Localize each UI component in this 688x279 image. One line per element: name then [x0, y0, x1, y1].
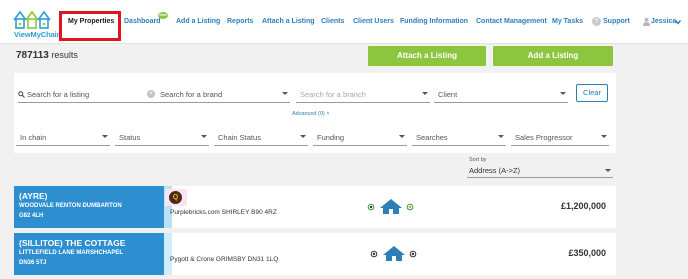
nav-dashboard[interactable]: Dashboard: [124, 18, 161, 25]
search-icon: [18, 91, 25, 98]
caret-down-icon: [605, 169, 611, 172]
clear-search-icon[interactable]: ×: [147, 90, 155, 98]
add-listing-button[interactable]: Add a Listing: [493, 46, 613, 66]
filter-sales-progressor[interactable]: Sales Progressor: [511, 128, 609, 146]
listing-card[interactable]: (AYRE) WOODVALE RENTON DUMBARTON G82 4LH…: [14, 186, 616, 228]
listing-postcode: DN36 5TJ: [19, 260, 47, 266]
nav-add-listing[interactable]: Add a Listing: [176, 18, 220, 25]
filter-chain-status[interactable]: Chain Status: [214, 128, 308, 146]
chain-house-icon[interactable]: [366, 197, 416, 215]
help-icon: ?: [592, 17, 601, 26]
listing-name: (AYRE): [19, 191, 48, 201]
user-menu[interactable]: Jessica: [651, 18, 676, 25]
caret-down-icon: [399, 135, 405, 138]
listing-price: £350,000: [568, 248, 606, 258]
listing-address-block[interactable]: (AYRE) WOODVALE RENTON DUMBARTON G82 4LH: [14, 186, 164, 228]
chain-house-icon[interactable]: [369, 244, 419, 262]
agent-branch: Pygott & Crone GRIMSBY DN31 1LQ: [170, 256, 279, 263]
top-nav: ViewMyChain My Properties Dashboard New …: [0, 0, 688, 44]
caret-down-icon: [601, 135, 607, 138]
chevron-down-icon[interactable]: [674, 18, 682, 26]
caret-down-icon: [102, 135, 108, 138]
filter-label: Sales Progressor: [515, 133, 573, 142]
client-select[interactable]: Client: [434, 85, 568, 103]
purplebricks-logo-icon: Q: [169, 191, 182, 204]
status-stripe: [164, 233, 172, 275]
caret-down-icon: [422, 92, 428, 95]
nav-reports[interactable]: Reports: [227, 18, 253, 25]
caret-down-icon: [201, 135, 207, 138]
caret-down-icon: [282, 92, 288, 95]
listing-address: LITTLEFIELD LANE MARSHCHAPEL: [19, 250, 123, 256]
highlight-annotation-box: [59, 11, 121, 41]
attach-listing-button[interactable]: Attach a Listing: [368, 46, 486, 66]
results-suffix: results: [51, 50, 78, 60]
search-brand-placeholder: Search for a brand: [160, 90, 223, 99]
nav-contact-management[interactable]: Contact Management: [476, 18, 547, 25]
caret-down-icon: [560, 92, 566, 95]
filter-panel: Search for a listing × Search for a bran…: [14, 73, 616, 153]
agent-branch: Purplebricks.com SHIRLEY B90 4RZ: [170, 209, 277, 216]
houses-logo-icon: [13, 10, 51, 29]
filter-label: Status: [119, 133, 141, 142]
filter-label: Searches: [416, 133, 448, 142]
listing-address-block[interactable]: (SILLITOE) THE COTTAGE LITTLEFIELD LANE …: [14, 233, 164, 275]
sort-value: Address (A->Z): [469, 166, 521, 175]
listing-price: £1,200,000: [560, 201, 606, 211]
new-badge: New: [158, 12, 168, 19]
listing-card[interactable]: (SILLITOE) THE COTTAGE LITTLEFIELD LANE …: [14, 233, 616, 275]
filter-status[interactable]: Status: [115, 128, 209, 146]
search-brand-select[interactable]: Search for a brand: [156, 85, 290, 103]
clear-button[interactable]: Clear: [576, 84, 608, 102]
caret-down-icon: [300, 135, 306, 138]
results-number: 787113: [16, 50, 49, 61]
filter-searches[interactable]: Searches: [412, 128, 506, 146]
nav-my-tasks[interactable]: My Tasks: [552, 18, 583, 25]
nav-funding-information[interactable]: Funding Information: [400, 18, 468, 25]
filter-funding[interactable]: Funding: [313, 128, 407, 146]
user-icon: [642, 17, 651, 26]
nav-support[interactable]: Support: [603, 18, 630, 25]
sort-select[interactable]: Address (A->Z): [467, 163, 613, 178]
filter-label: In chain: [20, 133, 47, 142]
nav-client-users[interactable]: Client Users: [353, 18, 394, 25]
logo-text: ViewMyChain: [14, 30, 62, 39]
nav-attach-listing[interactable]: Attach a Listing: [262, 18, 315, 25]
search-branch-select[interactable]: Search for a branch: [296, 85, 430, 103]
listing-postcode: G82 4LH: [19, 213, 44, 219]
search-listing-placeholder: Search for a listing: [27, 90, 90, 99]
filter-label: Chain Status: [218, 133, 261, 142]
advanced-toggle[interactable]: Advanced (0) ˄: [292, 111, 329, 117]
caret-down-icon: [498, 135, 504, 138]
viewmychain-logo[interactable]: ViewMyChain: [12, 6, 61, 40]
nav-clients[interactable]: Clients: [321, 18, 344, 25]
filter-label: Funding: [317, 133, 345, 142]
filter-in-chain[interactable]: In chain: [16, 128, 110, 146]
client-placeholder: Client: [438, 90, 458, 99]
search-listing-input[interactable]: Search for a listing ×: [18, 85, 156, 103]
listing-name: (SILLITOE) THE COTTAGE: [19, 238, 126, 248]
listing-address: WOODVALE RENTON DUMBARTON: [19, 203, 122, 209]
results-count: 787113 results: [16, 50, 78, 61]
search-branch-placeholder: Search for a branch: [300, 90, 366, 99]
